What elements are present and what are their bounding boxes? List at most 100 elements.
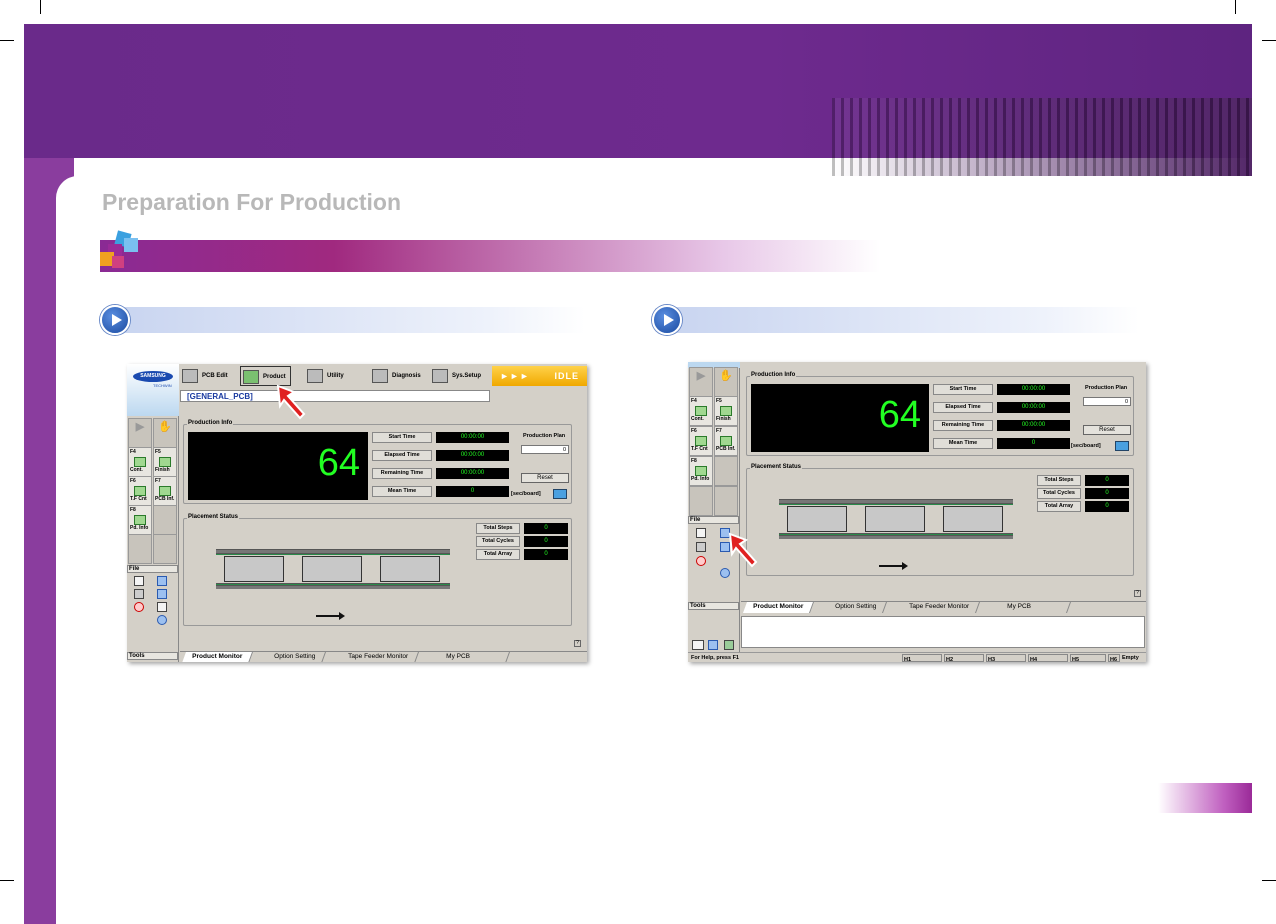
tools-menu-header[interactable]: Tools [127, 652, 178, 660]
pcb-name-field: [GENERAL_PCB] [180, 390, 490, 402]
button-label: PCB Edit [202, 373, 228, 379]
status-arrows: ►►► [500, 371, 530, 381]
direction-arrow-icon [316, 612, 345, 620]
button-label: Cont. [130, 467, 143, 473]
tab-bar: Product Monitor Option Setting Tape Feed… [741, 601, 1146, 613]
pcb-board [865, 506, 925, 532]
tab-product-monitor[interactable]: Product Monitor [181, 652, 254, 662]
globe-icon[interactable] [157, 615, 167, 625]
left-panel: ▶ ✋ F4 Cont. F5 Finish F6 T.F Cnt F7 PCB Inf… [688, 362, 740, 652]
circuit-board-image [832, 98, 1252, 178]
total-cycles-label: Total Cycles [1037, 488, 1081, 499]
button-label: Diagnosis [392, 373, 421, 379]
finish-icon [159, 457, 171, 467]
cont-button[interactable]: F4 Cont. [689, 396, 713, 426]
start-time-label: Start Time [372, 432, 432, 443]
remaining-time-label: Remaining Time [372, 468, 432, 479]
right-screenshot: ▶ ✋ F4 Cont. F5 Finish F6 T.F Cnt F7 PCB Inf… [688, 362, 1146, 662]
button-label: Finish [716, 416, 731, 422]
pd-info-button[interactable]: F8 Pd. Info [128, 505, 152, 535]
pcb-board [380, 556, 440, 582]
file-menu-header[interactable]: File [127, 565, 178, 573]
left-screenshot: SAMSUNG TECHWIN ▶ ✋ F4 Cont. F5 Finish F6 T… [127, 364, 587, 662]
production-info-group: Production Info 64 Start Time 00:00:00 E… [183, 420, 572, 504]
sys-setup-button[interactable]: Sys.Setup [430, 366, 481, 386]
empty-button [153, 534, 177, 564]
crop-mark [1262, 40, 1276, 41]
icon-a[interactable] [692, 640, 704, 650]
refresh-icon[interactable] [1115, 441, 1129, 451]
crop-mark [1262, 880, 1276, 881]
empty-button [153, 505, 177, 535]
h4-indicator: H4 [1028, 654, 1068, 662]
tf-cnt-button[interactable]: F6 T.F Cnt [128, 476, 152, 506]
product-gear-icon [243, 370, 259, 384]
total-cycles-label: Total Cycles [476, 536, 520, 547]
tab-my-pcb[interactable]: My PCB [435, 652, 511, 662]
save-icon[interactable] [696, 542, 706, 552]
reset-button[interactable]: Reset [521, 473, 569, 483]
icon-c[interactable] [724, 640, 734, 650]
finish-button[interactable]: F5 Finish [153, 447, 177, 477]
tf-cnt-button[interactable]: F6 T.F Cnt [689, 426, 713, 456]
reset-button[interactable]: Reset [1083, 425, 1131, 435]
key-label: F8 [691, 458, 697, 464]
button-label: Finish [155, 467, 170, 473]
utility-icon [307, 369, 323, 383]
production-plan-input[interactable]: 0 [1083, 397, 1131, 406]
pcb-icon [159, 486, 171, 496]
refresh-icon[interactable] [553, 489, 567, 499]
pd-info-button[interactable]: F8 Pd. Info [689, 456, 713, 486]
h1-indicator: H1 [902, 654, 942, 662]
grid-icon [134, 486, 146, 496]
grid-icon [695, 436, 707, 446]
diagnosis-button[interactable]: Diagnosis [370, 366, 421, 386]
tab-label: Option Setting [274, 653, 316, 660]
tab-option-setting[interactable]: Option Setting [263, 652, 327, 662]
tab-product-monitor[interactable]: Product Monitor [742, 602, 815, 613]
start-button[interactable]: ▶ [689, 367, 713, 397]
key-label: F6 [130, 478, 136, 484]
crop-mark [1235, 0, 1236, 14]
tab-label: Tape Feeder Monitor [909, 603, 970, 610]
pcb-info-button[interactable]: F7 PCB Inf. [153, 476, 177, 506]
tab-tape-feeder-monitor[interactable]: Tape Feeder Monitor [337, 652, 419, 662]
button-label: Product [263, 374, 286, 380]
direction-arrow-icon [879, 562, 908, 570]
icon-b[interactable] [708, 640, 718, 650]
button-label: Utility [327, 373, 344, 379]
play-icon [652, 305, 682, 335]
new-file-icon[interactable] [696, 528, 706, 538]
help-button[interactable]: ? [1134, 590, 1141, 597]
copy-icon[interactable] [157, 602, 167, 612]
help-button[interactable]: ? [574, 640, 581, 647]
key-label: F7 [155, 478, 161, 484]
production-count: 64 [751, 384, 929, 452]
pcb-info-button[interactable]: F7 PCB Inf. [714, 426, 738, 456]
elapsed-time-label: Elapsed Time [372, 450, 432, 461]
tab-option-setting[interactable]: Option Setting [824, 602, 888, 613]
record-icon[interactable] [696, 556, 706, 566]
record-icon[interactable] [134, 602, 144, 612]
production-plan-input[interactable]: 0 [521, 445, 569, 454]
gear-icon [695, 466, 707, 476]
group-label: Placement Status [187, 514, 240, 520]
tools-menu-header[interactable]: Tools [688, 602, 739, 610]
stop-button[interactable]: ✋ [153, 418, 177, 448]
conveyor-rail [216, 585, 450, 589]
remaining-time-value: 00:00:00 [436, 468, 509, 479]
status-indicator: ►►► IDLE [492, 366, 587, 386]
new-file-icon[interactable] [134, 576, 144, 586]
tab-my-pcb[interactable]: My PCB [996, 602, 1072, 613]
finish-button[interactable]: F5 Finish [714, 396, 738, 426]
cont-button[interactable]: F4 Cont. [128, 447, 152, 477]
stop-button[interactable]: ✋ [714, 367, 738, 397]
total-array-value: 0 [1085, 501, 1129, 512]
camera-icon[interactable] [157, 589, 167, 599]
save-icon[interactable] [134, 589, 144, 599]
pcb-edit-button[interactable]: PCB Edit [180, 366, 228, 386]
tab-tape-feeder-monitor[interactable]: Tape Feeder Monitor [898, 602, 980, 613]
start-button[interactable]: ▶ [128, 418, 152, 448]
open-folder-icon[interactable] [157, 576, 167, 586]
file-menu-header[interactable]: File [688, 516, 739, 524]
